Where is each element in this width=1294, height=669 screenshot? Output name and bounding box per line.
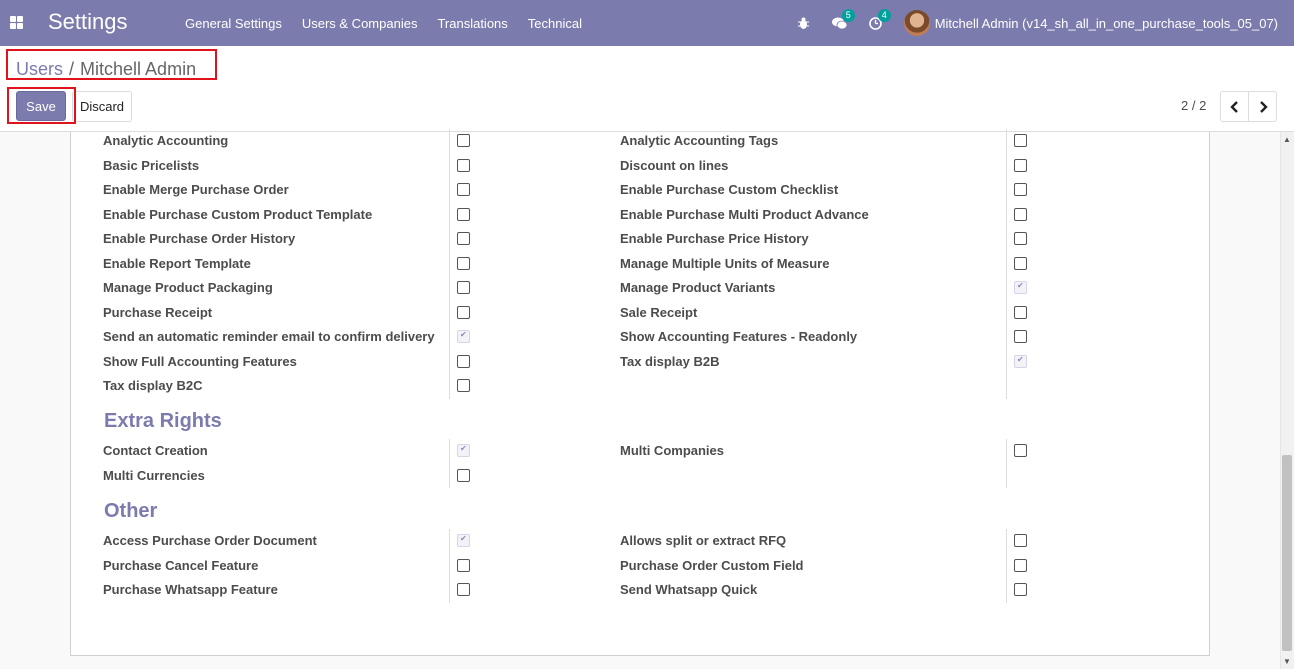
bug-icon[interactable]	[796, 15, 812, 31]
setting-label-multi-currencies: Multi Currencies	[103, 467, 205, 483]
pager-value[interactable]: 2 / 2	[1181, 98, 1206, 113]
checkbox-purchase-cancel-feature[interactable]	[457, 558, 470, 572]
setting-label-tax-display-b2c: Tax display B2C	[103, 378, 203, 393]
setting-label-enable-purchase-custom-product-template: Enable Purchase Custom Product Template	[103, 206, 373, 222]
pager-previous-button[interactable]	[1220, 91, 1249, 122]
activities-clock-icon[interactable]: 4	[868, 9, 891, 31]
checkbox-show-accounting-features-readonly[interactable]	[1014, 330, 1027, 343]
checkbox-analytic-accounting-tags[interactable]	[1014, 134, 1027, 147]
checkbox-enable-merge-purchase-order[interactable]	[457, 183, 470, 196]
setting-label-enable-purchase-custom-checklist: Enable Purchase Custom Checklist	[620, 182, 839, 197]
scroll-down-arrow-icon[interactable]: ▼	[1283, 657, 1291, 666]
user-avatar[interactable]	[903, 10, 930, 36]
setting-label-contact-creation: Contact Creation	[103, 443, 208, 458]
checkbox-enable-purchase-multi-product-advance[interactable]	[1014, 207, 1027, 221]
setting-label-analytic-accounting-tags: Analytic Accounting Tags	[620, 133, 779, 148]
setting-label-manage-product-variants: Manage Product Variants	[620, 280, 776, 295]
activities-count-badge: 4	[877, 9, 891, 22]
app-title[interactable]: Settings	[48, 9, 128, 35]
checkbox-enable-purchase-custom-checklist[interactable]	[1014, 183, 1027, 196]
setting-label-send-an-automatic-reminder-email-to-confirm-delivery: Send an automatic reminder email to conf…	[103, 329, 435, 344]
setting-label-purchase-receipt: Purchase Receipt	[103, 304, 213, 320]
setting-label-enable-purchase-multi-product-advance: Enable Purchase Multi Product Advance	[620, 206, 869, 222]
setting-label-enable-purchase-order-history: Enable Purchase Order History	[103, 231, 296, 246]
setting-label-purchase-cancel-feature: Purchase Cancel Feature	[103, 557, 259, 573]
section-title-other: Other	[104, 500, 158, 522]
menu-users-companies[interactable]: Users & Companies	[302, 16, 418, 31]
checkbox-manage-multiple-units-of-measure[interactable]	[1014, 256, 1027, 270]
checkbox-enable-report-template[interactable]	[457, 256, 470, 270]
checkbox-purchase-order-custom-field[interactable]	[1014, 558, 1027, 572]
scroll-up-arrow-icon[interactable]: ▲	[1283, 135, 1291, 144]
breadcrumb-highlight-box	[6, 49, 217, 80]
checkbox-enable-purchase-custom-product-template[interactable]	[457, 207, 470, 221]
column-divider	[449, 439, 450, 488]
setting-label-access-purchase-order-document: Access Purchase Order Document	[103, 533, 317, 548]
setting-label-show-full-accounting-features: Show Full Accounting Features	[103, 353, 297, 369]
checkbox-purchase-receipt[interactable]	[457, 305, 470, 319]
scrollbar-thumb[interactable]	[1282, 455, 1292, 651]
checkbox-access-purchase-order-document[interactable]	[457, 534, 470, 547]
checkbox-manage-product-variants[interactable]	[1014, 281, 1027, 294]
checkbox-enable-purchase-order-history[interactable]	[457, 232, 470, 245]
checkbox-tax-display-b2b[interactable]	[1014, 354, 1027, 368]
column-divider	[449, 129, 450, 399]
setting-label-purchase-whatsapp-feature: Purchase Whatsapp Feature	[103, 582, 278, 597]
top-navbar: Settings General Settings Users & Compan…	[0, 0, 1294, 46]
main-menu: General Settings Users & Companies Trans…	[185, 0, 602, 46]
checkbox-show-full-accounting-features[interactable]	[457, 354, 470, 368]
messages-count-badge: 5	[841, 9, 855, 22]
setting-label-enable-purchase-price-history: Enable Purchase Price History	[620, 231, 809, 246]
checkbox-enable-purchase-price-history[interactable]	[1014, 232, 1027, 245]
checkbox-analytic-accounting[interactable]	[457, 134, 470, 147]
checkbox-basic-pricelists[interactable]	[457, 158, 470, 172]
setting-label-manage-product-packaging: Manage Product Packaging	[103, 280, 273, 295]
setting-label-enable-report-template: Enable Report Template	[103, 255, 251, 271]
setting-label-show-accounting-features-readonly: Show Accounting Features - Readonly	[620, 329, 858, 344]
checkbox-allows-split-or-extract-rfq[interactable]	[1014, 534, 1027, 547]
setting-label-purchase-order-custom-field: Purchase Order Custom Field	[620, 557, 804, 573]
chevron-left-icon	[1229, 100, 1238, 113]
checkbox-contact-creation[interactable]	[457, 444, 470, 457]
discard-button[interactable]: Discard	[72, 91, 132, 122]
messages-icon[interactable]: 5	[832, 9, 855, 31]
save-highlight-box	[7, 87, 76, 124]
column-divider	[1006, 439, 1007, 488]
checkbox-multi-currencies[interactable]	[457, 468, 470, 482]
menu-technical[interactable]: Technical	[528, 16, 582, 31]
checkbox-sale-receipt[interactable]	[1014, 305, 1027, 319]
section-title-extra-rights: Extra Rights	[104, 410, 222, 432]
checkbox-tax-display-b2c[interactable]	[457, 379, 470, 392]
setting-label-send-whatsapp-quick: Send Whatsapp Quick	[620, 582, 758, 597]
checkbox-manage-product-packaging[interactable]	[457, 281, 470, 294]
setting-label-allows-split-or-extract-rfq: Allows split or extract RFQ	[620, 533, 787, 548]
setting-label-manage-multiple-units-of-measure: Manage Multiple Units of Measure	[620, 255, 830, 271]
setting-label-basic-pricelists: Basic Pricelists	[103, 157, 200, 173]
setting-label-sale-receipt: Sale Receipt	[620, 304, 698, 320]
checkbox-discount-on-lines[interactable]	[1014, 158, 1027, 172]
systray: 5 4 Mitchell Admin (v14_sh_all_in_one_pu…	[796, 0, 1294, 46]
apps-menu-icon[interactable]	[10, 16, 23, 29]
checkbox-send-whatsapp-quick[interactable]	[1014, 583, 1027, 596]
setting-label-tax-display-b2b: Tax display B2B	[620, 353, 720, 369]
checkbox-send-an-automatic-reminder-email-to-confirm-delivery[interactable]	[457, 330, 470, 343]
checkbox-multi-companies[interactable]	[1014, 444, 1027, 457]
setting-label-analytic-accounting: Analytic Accounting	[103, 133, 229, 148]
column-divider	[1006, 529, 1007, 603]
menu-translations[interactable]: Translations	[437, 16, 507, 31]
column-divider	[449, 529, 450, 603]
menu-general-settings[interactable]: General Settings	[185, 16, 282, 31]
setting-label-enable-merge-purchase-order: Enable Merge Purchase Order	[103, 182, 289, 197]
checkbox-purchase-whatsapp-feature[interactable]	[457, 583, 470, 596]
setting-label-discount-on-lines: Discount on lines	[620, 157, 729, 173]
pager-next-button[interactable]	[1248, 91, 1277, 122]
setting-label-multi-companies: Multi Companies	[620, 443, 725, 458]
user-menu[interactable]: Mitchell Admin (v14_sh_all_in_one_purcha…	[935, 16, 1278, 31]
chevron-right-icon	[1259, 100, 1268, 113]
column-divider	[1006, 129, 1007, 399]
